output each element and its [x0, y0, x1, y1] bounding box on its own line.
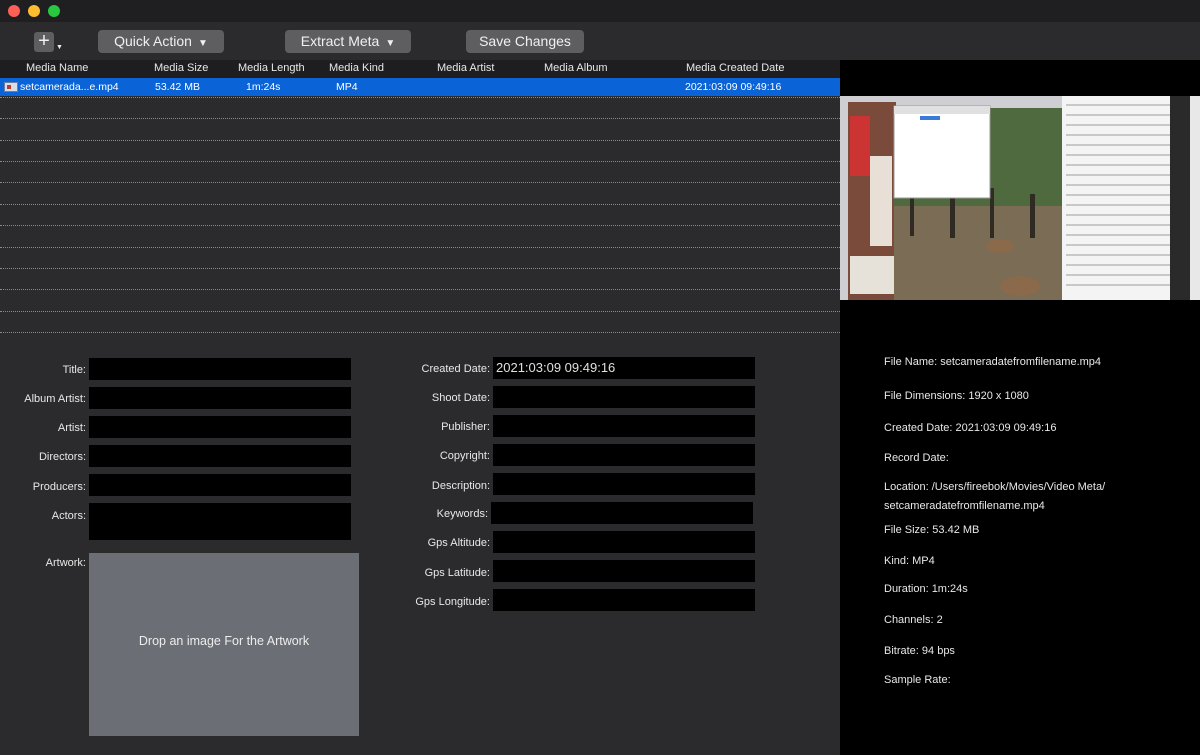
row-divider: [0, 225, 840, 226]
artwork-label: Artwork:: [45, 557, 86, 569]
directors-field[interactable]: [89, 445, 351, 467]
created-date-field[interactable]: 2021:03:09 09:49:16: [493, 357, 755, 379]
video-file-icon: [4, 82, 18, 92]
info-record-date: Record Date:: [884, 452, 949, 464]
actors-field[interactable]: [89, 503, 351, 540]
info-kind: Kind: MP4: [884, 555, 935, 567]
media-created-date-cell: 2021:03:09 09:49:16: [685, 81, 782, 93]
row-divider: [0, 311, 840, 312]
column-header-media-kind[interactable]: Media Kind: [329, 62, 384, 74]
row-divider: [0, 332, 840, 333]
info-location-cont: setcameradatefromfilename.mp4: [884, 500, 1045, 512]
artist-label: Artist:: [57, 422, 86, 434]
column-header-media-length[interactable]: Media Length: [238, 62, 305, 74]
media-size-cell: 53.42 MB: [155, 81, 200, 93]
info-channels: Channels: 2: [884, 614, 943, 626]
row-divider: [0, 268, 840, 269]
publisher-label: Publisher:: [441, 421, 490, 433]
title-label: Title:: [62, 364, 86, 376]
chevron-down-icon: ▼: [197, 38, 208, 49]
extract-meta-button[interactable]: Extract Meta ▼: [285, 30, 411, 53]
column-header-media-created-date[interactable]: Media Created Date: [686, 62, 784, 74]
directors-label: Directors:: [38, 451, 86, 463]
row-divider: [0, 204, 840, 205]
gps-altitude-field[interactable]: [493, 531, 755, 553]
publisher-field[interactable]: [493, 415, 755, 437]
info-file-dimensions: File Dimensions: 1920 x 1080: [884, 390, 1029, 402]
quick-action-label: Quick Action: [114, 33, 192, 49]
info-file-size: File Size: 53.42 MB: [884, 524, 980, 536]
row-divider: [0, 140, 840, 141]
column-header-media-name[interactable]: Media Name: [26, 62, 88, 74]
gps-altitude-label: Gps Altitude:: [427, 537, 490, 549]
info-bitrate: Bitrate: 94 bps: [884, 645, 955, 657]
chevron-down-icon: ▼: [385, 38, 396, 49]
actors-label: Actors:: [51, 510, 86, 522]
title-field[interactable]: [89, 358, 351, 380]
media-name-cell: setcamerada...e.mp4: [20, 81, 119, 93]
metadata-form: Title: Album Artist: Artist: Directors: …: [0, 334, 840, 755]
row-divider: [0, 247, 840, 248]
table-header: Media Name Media Size Media Length Media…: [0, 60, 840, 78]
row-divider: [0, 289, 840, 290]
gps-longitude-label: Gps Longitude:: [415, 596, 490, 608]
video-preview-thumbnail: [840, 96, 1200, 300]
save-changes-button[interactable]: Save Changes: [466, 30, 584, 53]
row-divider: [0, 97, 840, 98]
keywords-field[interactable]: [491, 502, 753, 524]
close-window-button[interactable]: [8, 5, 20, 17]
video-frame-image: [840, 96, 1200, 300]
media-kind-cell: MP4: [336, 81, 358, 93]
media-table: Media Name Media Size Media Length Media…: [0, 60, 840, 334]
info-sample-rate: Sample Rate:: [884, 674, 951, 686]
info-created-date: Created Date: 2021:03:09 09:49:16: [884, 422, 1057, 434]
album-artist-field[interactable]: [89, 387, 351, 409]
column-header-media-album[interactable]: Media Album: [544, 62, 608, 74]
created-date-label: Created Date:: [421, 363, 490, 375]
artwork-drop-text: Drop an image For the Artwork: [138, 634, 310, 648]
shoot-date-label: Shoot Date:: [431, 392, 490, 404]
title-bar: [0, 0, 1200, 22]
info-file-name: File Name: setcameradatefromfilename.mp4: [884, 356, 1102, 368]
artwork-drop-zone[interactable]: Drop an image For the Artwork: [89, 553, 359, 736]
column-header-media-size[interactable]: Media Size: [154, 62, 208, 74]
row-divider: [0, 161, 840, 162]
gps-latitude-field[interactable]: [493, 560, 755, 582]
add-media-button[interactable]: +: [34, 31, 54, 52]
artist-field[interactable]: [89, 416, 351, 438]
copyright-label: Copyright:: [439, 450, 490, 462]
minimize-window-button[interactable]: [28, 5, 40, 17]
album-artist-label: Album Artist:: [24, 393, 86, 405]
copyright-field[interactable]: [493, 444, 755, 466]
add-menu-caret-icon[interactable]: ▼: [56, 44, 63, 51]
gps-longitude-field[interactable]: [493, 589, 755, 611]
description-label: Description:: [431, 480, 490, 492]
preview-header: [840, 60, 1200, 96]
description-field[interactable]: [493, 473, 755, 495]
zoom-window-button[interactable]: [48, 5, 60, 17]
producers-label: Producers:: [32, 481, 86, 493]
row-divider: [0, 118, 840, 119]
column-header-media-artist[interactable]: Media Artist: [437, 62, 494, 74]
media-length-cell: 1m:24s: [246, 81, 281, 93]
gps-latitude-label: Gps Latitude:: [424, 567, 490, 579]
keywords-label: Keywords:: [436, 508, 488, 520]
toolbar: + ▼ Quick Action ▼ Extract Meta ▼ Save Cha…: [0, 22, 1200, 60]
extract-meta-label: Extract Meta: [300, 33, 380, 49]
info-duration: Duration: 1m:24s: [884, 583, 968, 595]
file-info-panel: File Name: setcameradatefromfilename.mp4…: [840, 300, 1200, 755]
table-row[interactable]: setcamerada...e.mp4 53.42 MB 1m:24s MP4 …: [0, 78, 840, 96]
info-location: Location: /Users/fireebok/Movies/Video M…: [884, 481, 1106, 493]
row-divider: [0, 182, 840, 183]
quick-action-button[interactable]: Quick Action ▼: [98, 30, 224, 53]
producers-field[interactable]: [89, 474, 351, 496]
shoot-date-field[interactable]: [493, 386, 755, 408]
